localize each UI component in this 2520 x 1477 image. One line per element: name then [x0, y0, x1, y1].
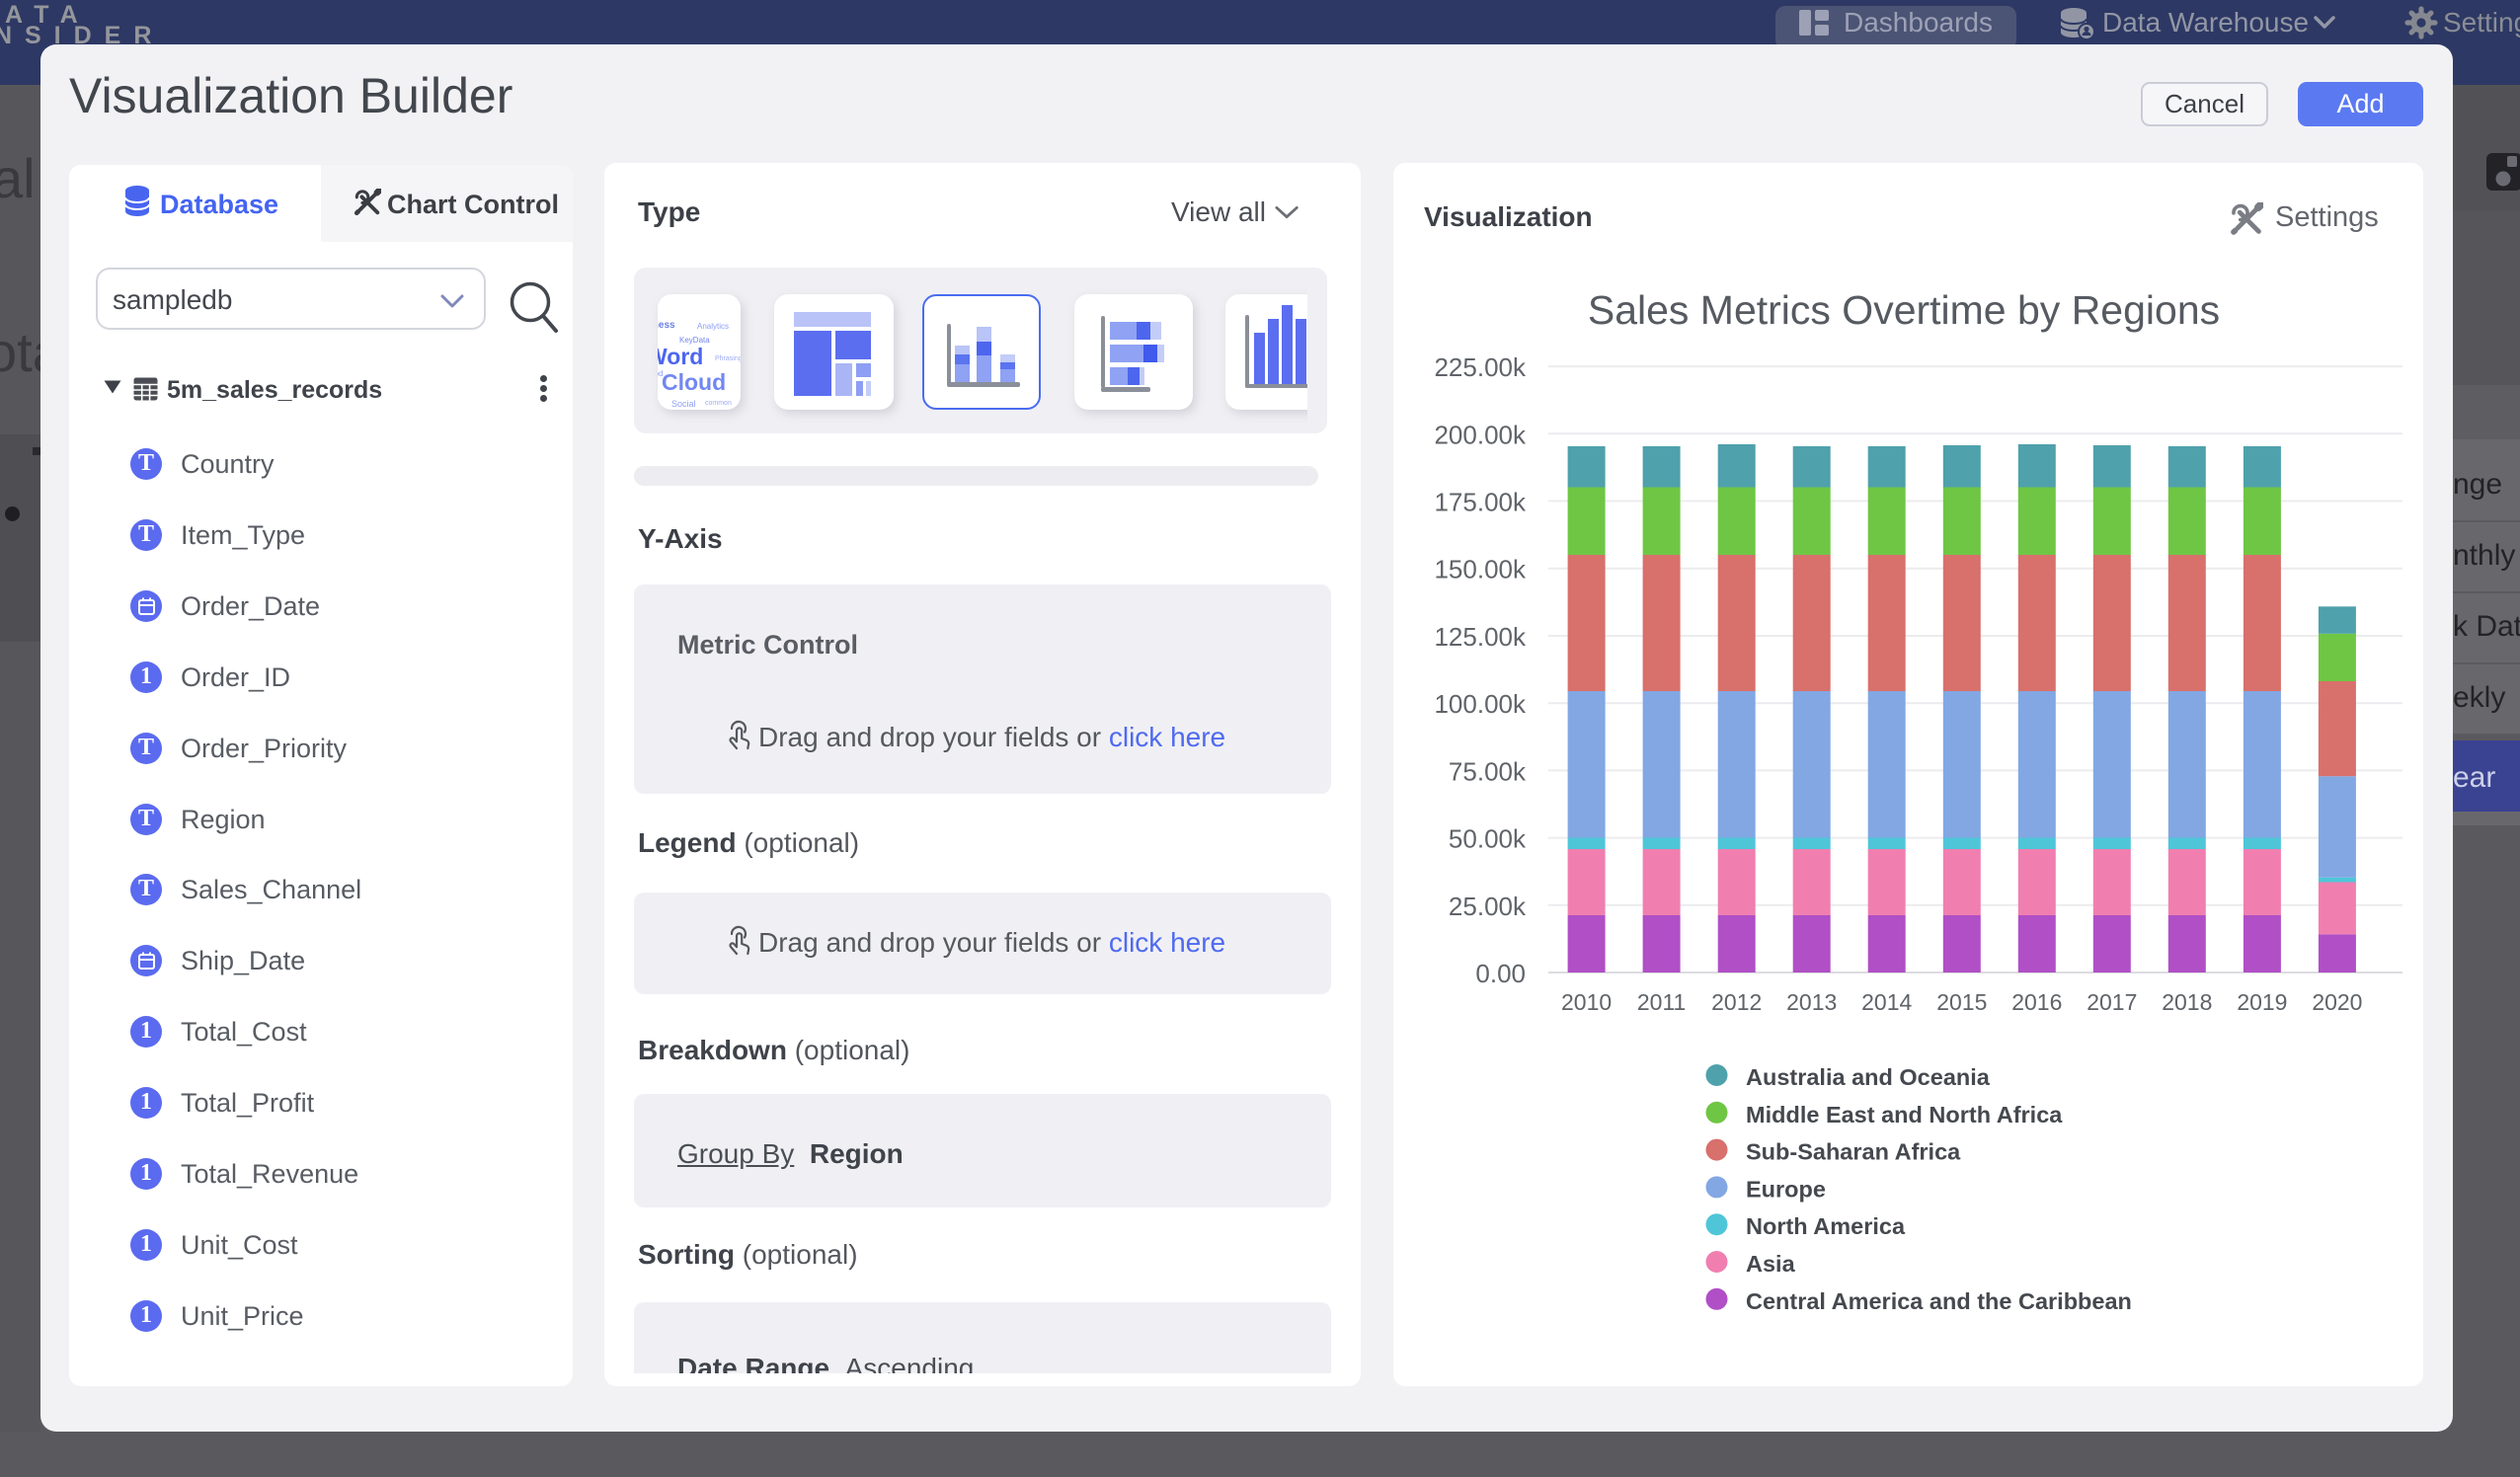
- svg-text:North America: North America: [1746, 1213, 1906, 1239]
- svg-text:2013: 2013: [1786, 989, 1837, 1015]
- svg-text:Australia and Oceania: Australia and Oceania: [1746, 1064, 1991, 1090]
- svg-text:Central America and the Caribb: Central America and the Caribbean: [1746, 1288, 2132, 1314]
- svg-text:2019: 2019: [2237, 989, 2287, 1015]
- svg-text:Asia: Asia: [1746, 1251, 1796, 1277]
- svg-text:Sales Metrics Overtime by Regi: Sales Metrics Overtime by Regions: [1588, 287, 2220, 333]
- svg-text:2015: 2015: [1936, 989, 1987, 1015]
- svg-text:0.00: 0.00: [1475, 959, 1526, 988]
- svg-text:225.00k: 225.00k: [1434, 352, 1527, 382]
- svg-text:100.00k: 100.00k: [1434, 689, 1527, 719]
- svg-text:Sub-Saharan Africa: Sub-Saharan Africa: [1746, 1139, 1961, 1165]
- svg-text:150.00k: 150.00k: [1434, 555, 1527, 584]
- svg-text:2017: 2017: [2087, 989, 2137, 1015]
- svg-text:2014: 2014: [1861, 989, 1912, 1015]
- svg-text:75.00k: 75.00k: [1449, 756, 1527, 786]
- svg-text:125.00k: 125.00k: [1434, 622, 1527, 652]
- svg-text:2012: 2012: [1711, 989, 1762, 1015]
- svg-text:175.00k: 175.00k: [1434, 488, 1527, 517]
- svg-text:Europe: Europe: [1746, 1176, 1826, 1202]
- svg-text:50.00k: 50.00k: [1449, 824, 1527, 854]
- svg-text:Middle East and North Africa: Middle East and North Africa: [1746, 1102, 2063, 1127]
- svg-text:2011: 2011: [1637, 989, 1686, 1015]
- svg-text:200.00k: 200.00k: [1434, 420, 1527, 449]
- svg-text:2016: 2016: [2011, 989, 2062, 1015]
- svg-text:2010: 2010: [1561, 989, 1612, 1015]
- svg-text:25.00k: 25.00k: [1449, 892, 1527, 921]
- svg-text:2018: 2018: [2162, 989, 2212, 1015]
- svg-text:2020: 2020: [2312, 989, 2362, 1015]
